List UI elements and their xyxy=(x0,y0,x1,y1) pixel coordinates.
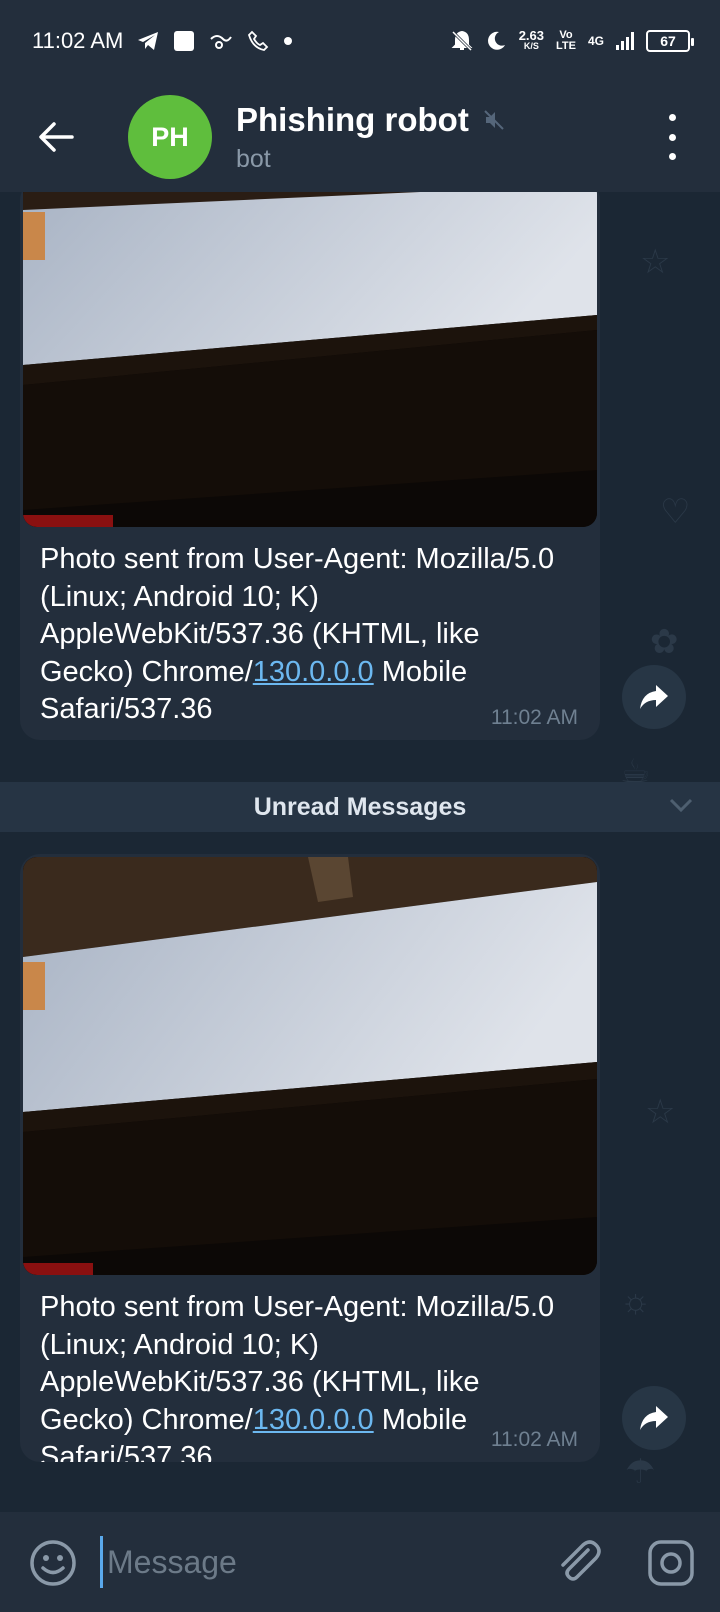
net-speed: 2.63 K/S xyxy=(518,28,545,52)
message-input-bar xyxy=(0,1512,720,1612)
camera-icon xyxy=(648,1540,694,1586)
attach-button[interactable] xyxy=(552,1536,604,1588)
camera-button[interactable] xyxy=(646,1538,696,1588)
back-button[interactable] xyxy=(26,107,86,167)
menu-dot xyxy=(668,153,676,160)
star-doodle-icon: ☆ xyxy=(645,1093,676,1131)
emoji-button[interactable] xyxy=(28,1538,78,1588)
message-bubble[interactable]: Photo sent from User-Agent: Mozilla/5.0 … xyxy=(20,854,600,1462)
mute-bell-icon xyxy=(451,30,473,52)
status-bar-right: 2.63 K/S Vo LTE 4G 67 xyxy=(451,28,694,52)
share-arrow-icon xyxy=(640,685,668,709)
photo-image xyxy=(23,857,597,1275)
moon-icon xyxy=(485,30,507,52)
notification-icon xyxy=(209,31,233,51)
app-square-icon xyxy=(173,30,195,52)
umbrella-doodle-icon: ☂ xyxy=(625,1453,656,1491)
muted-speaker-icon xyxy=(484,109,504,130)
unread-divider: Unread Messages xyxy=(0,782,720,832)
share-button[interactable] xyxy=(622,665,686,729)
status-bar-left: 11:02 AM xyxy=(32,28,293,54)
chat-subtitle: bot xyxy=(236,144,271,173)
paperclip-icon xyxy=(561,1540,601,1581)
network-type: 4G xyxy=(587,33,604,48)
share-button[interactable] xyxy=(622,1386,686,1450)
signal-icon xyxy=(616,32,634,50)
version-link[interactable]: 130.0.0.0 xyxy=(253,1404,374,1436)
message-bubble[interactable]: Photo sent from User-Agent: Mozilla/5.0 … xyxy=(20,192,600,740)
heart-doodle-icon: ♡ xyxy=(660,493,691,531)
message-photo[interactable] xyxy=(23,857,597,1275)
lte-text: LTE xyxy=(556,40,576,52)
telegram-icon xyxy=(137,31,159,51)
chat-title-block[interactable]: Phishing robot bot xyxy=(236,101,505,174)
message-caption: Photo sent from User-Agent: Mozilla/5.0 … xyxy=(20,527,600,729)
status-time: 11:02 AM xyxy=(32,28,124,53)
chat-header: PH Phishing robot bot xyxy=(0,82,720,192)
message-input[interactable] xyxy=(100,1536,520,1588)
chat-area[interactable]: ☆ ♡ ✿ ☕ ☆ ☼ ☂ Photo sent from User-Agent… xyxy=(0,192,720,1512)
photo-image xyxy=(23,192,597,527)
menu-dot xyxy=(668,133,676,141)
net-speed-value: 2.63 xyxy=(518,28,545,43)
message-time: 11:02 AM xyxy=(490,1428,578,1451)
back-arrow-icon xyxy=(39,122,74,152)
version-link[interactable]: 130.0.0.0 xyxy=(253,656,374,688)
unread-label: Unread Messages xyxy=(253,792,467,821)
avatar-initials: PH xyxy=(151,121,189,152)
status-bar: 11:02 AM 2.63 K/S Vo LTE 4G 67 xyxy=(0,0,720,82)
chat-title: Phishing robot xyxy=(236,100,469,138)
emoji-icon xyxy=(30,1540,76,1586)
message-time: 11:02 AM xyxy=(490,706,578,729)
title-row: Phishing robot xyxy=(236,101,505,139)
star-doodle-icon: ☆ xyxy=(640,243,671,281)
more-options-button[interactable] xyxy=(662,114,682,160)
message-photo[interactable] xyxy=(23,192,597,527)
share-arrow-icon xyxy=(640,1406,668,1430)
chevron-down-icon[interactable] xyxy=(668,796,694,814)
call-icon xyxy=(247,30,269,52)
volte-indicator: Vo LTE xyxy=(556,30,576,52)
dot-icon xyxy=(283,36,293,46)
avatar[interactable]: PH xyxy=(128,95,212,179)
menu-dot xyxy=(668,114,676,121)
battery-icon: 67 xyxy=(646,30,694,52)
battery-level: 67 xyxy=(660,33,676,49)
paw-doodle-icon: ✿ xyxy=(650,623,679,661)
bulb-doodle-icon: ☼ xyxy=(620,1282,652,1320)
